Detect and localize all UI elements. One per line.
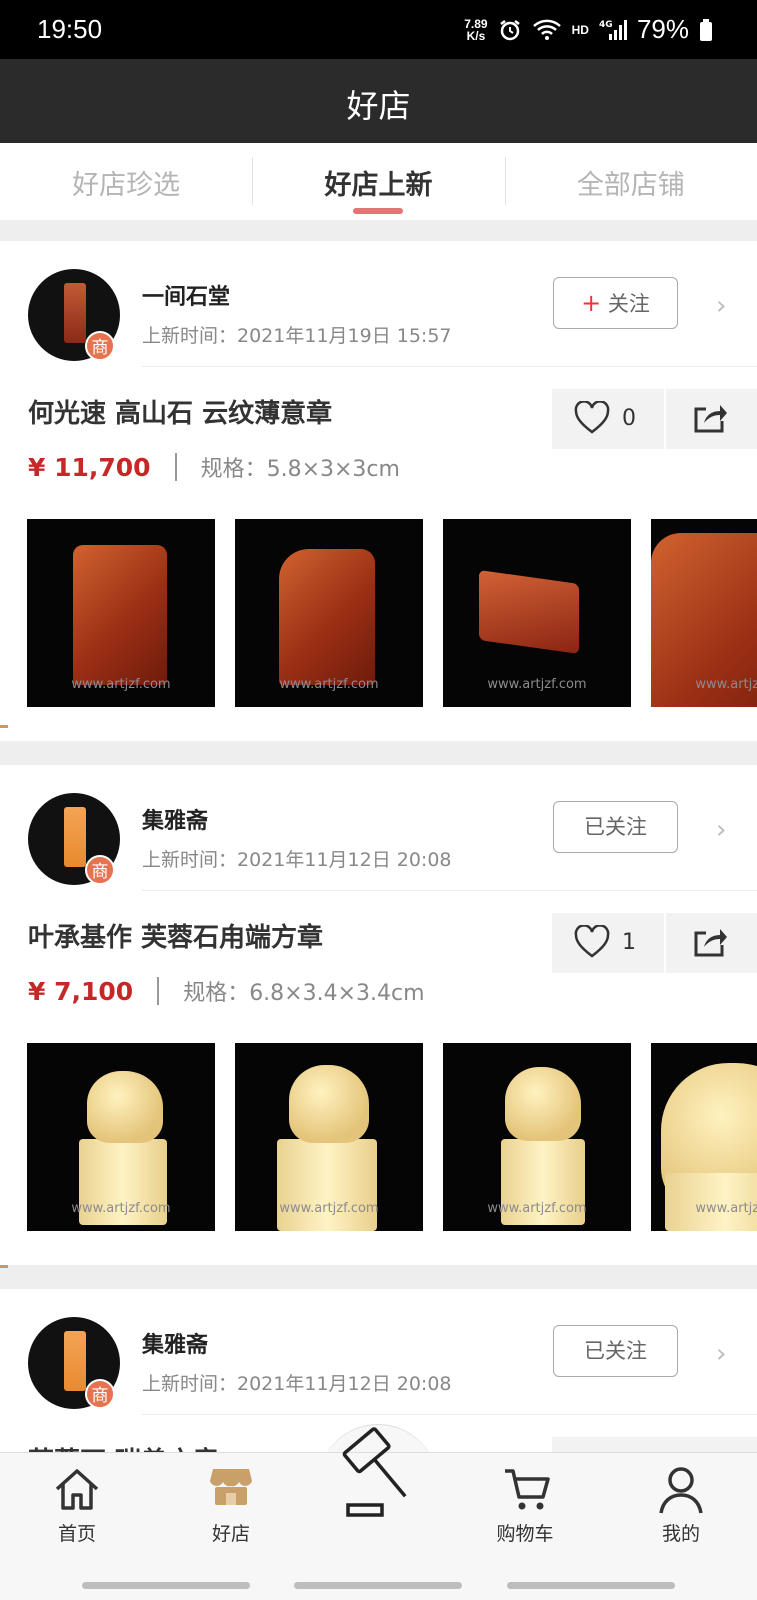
status-time: 19:50 [37, 14, 103, 44]
shop-avatar[interactable]: 商 [28, 269, 120, 361]
gesture-bar [82, 1582, 250, 1589]
heart-icon [574, 925, 610, 958]
shop-name[interactable]: 集雅斋 [142, 1327, 208, 1359]
share-icon[interactable] [692, 925, 728, 963]
price: ¥ 7,100 [28, 976, 134, 1006]
home-icon [55, 1469, 99, 1510]
chevron-right-icon[interactable]: › [716, 1339, 726, 1369]
tab-all-shops[interactable]: 全部店铺 [504, 143, 757, 220]
price: ¥ 11,700 [28, 452, 151, 482]
seal-thumbnail [64, 807, 86, 867]
shop-avatar[interactable]: 商 [28, 1317, 120, 1409]
price-row: ¥ 11,700 规格：5.8×3×3cm [28, 451, 400, 483]
update-time: 上新时间：2021年11月12日 20:08 [142, 849, 452, 871]
update-time: 上新时间：2021年11月19日 15:57 [142, 325, 452, 347]
heart-icon [574, 401, 610, 434]
bottom-nav: 首页 好店 购物车 我的 [0, 1427, 757, 1600]
product-photo[interactable]: www.artjzf.com [651, 1043, 757, 1231]
wifi-icon [532, 18, 562, 42]
title-bar: 好店 [0, 59, 757, 143]
product-photo[interactable]: www.artjzf.com [443, 1043, 631, 1231]
cart-icon [505, 1469, 550, 1510]
shop-avatar[interactable]: 商 [28, 793, 120, 885]
update-time: 上新时间：2021年11月12日 20:08 [142, 1373, 452, 1395]
photo-strip[interactable]: www.artjzf.com www.artjzf.com www.artjzf… [27, 519, 757, 707]
followed-button[interactable]: 已关注 [553, 801, 678, 853]
item-actions: 0 [552, 389, 757, 449]
shop-card: 商 集雅斋 上新时间：2021年11月12日 20:08 已关注 › 叶承基作 … [0, 765, 757, 1268]
battery-percent: 79% [636, 14, 689, 44]
price-divider [157, 977, 160, 1005]
spec: 规格：6.8×3.4×3.4cm [183, 981, 425, 1006]
item-actions: 1 [552, 913, 757, 973]
follow-button[interactable]: + 关注 [553, 277, 678, 329]
item-title[interactable]: 叶承基作 芙蓉石甪端方章 [28, 917, 323, 954]
status-bar: 19:50 7.89 K/s HD 4G 79% [0, 0, 757, 59]
accent-mark [0, 725, 8, 728]
shop-name[interactable]: 一间石堂 [142, 279, 230, 311]
photo-strip[interactable]: www.artjzf.com www.artjzf.com www.artjzf… [27, 1043, 757, 1231]
hd-label: HD [571, 22, 589, 37]
tab-new-arrivals[interactable]: 好店上新 [252, 143, 504, 220]
followed-button[interactable]: 已关注 [553, 1325, 678, 1377]
divider [142, 890, 757, 891]
merchant-badge: 商 [85, 1379, 115, 1409]
seal-thumbnail [64, 1331, 86, 1391]
plus-icon: + [581, 289, 602, 317]
spec: 规格：5.8×3×3cm [200, 457, 400, 482]
watermark: www.artjzf.com [279, 677, 379, 692]
item-title[interactable]: 何光速 高山石 云纹薄意章 [28, 393, 332, 430]
merchant-badge: 商 [85, 331, 115, 361]
gesture-bar [507, 1582, 675, 1589]
svg-text:4G: 4G [599, 20, 613, 30]
like-count: 0 [622, 405, 636, 431]
action-divider [664, 913, 666, 973]
accent-mark [0, 1265, 8, 1268]
tab-featured-shops[interactable]: 好店珍选 [0, 143, 252, 220]
product-photo[interactable]: www.artjzf.com [235, 1043, 423, 1231]
watermark: www.artjzf.com [71, 677, 171, 692]
battery-icon [699, 18, 713, 42]
status-icons: 7.89 K/s HD 4G 79% [464, 14, 713, 45]
merchant-badge: 商 [85, 855, 115, 885]
alarm-icon [498, 18, 522, 42]
watermark: www.artjzf.com [695, 1201, 757, 1216]
shop-name[interactable]: 集雅斋 [142, 803, 208, 835]
active-tab-indicator [353, 208, 404, 214]
tab-bar: 好店珍选 好店上新 全部店铺 [0, 143, 757, 220]
page-title: 好店 [346, 87, 411, 125]
auction-hammer-icon [342, 1427, 407, 1517]
like-button[interactable]: 1 [574, 925, 636, 959]
price-divider [174, 453, 177, 481]
network-speed: 7.89 K/s [464, 16, 488, 43]
watermark: www.artjzf.com [695, 677, 757, 692]
product-photo[interactable]: www.artjzf.com [443, 519, 631, 707]
action-divider [664, 389, 666, 449]
product-photo[interactable]: www.artjzf.com [27, 519, 215, 707]
product-photo[interactable]: www.artjzf.com [235, 519, 423, 707]
seal-thumbnail [64, 283, 86, 343]
shop-card: 商 一间石堂 上新时间：2021年11月19日 15:57 + 关注 › 何光速… [0, 241, 757, 741]
divider [142, 366, 757, 367]
watermark: www.artjzf.com [487, 1201, 587, 1216]
watermark: www.artjzf.com [487, 677, 587, 692]
price-row: ¥ 7,100 规格：6.8×3.4×3.4cm [28, 975, 425, 1007]
like-button[interactable]: 0 [574, 401, 636, 435]
user-icon [659, 1467, 703, 1514]
like-count: 1 [622, 929, 636, 955]
chevron-right-icon[interactable]: › [716, 291, 726, 321]
product-photo[interactable]: www.artjzf.com [27, 1043, 215, 1231]
chevron-right-icon[interactable]: › [716, 815, 726, 845]
app-screen: 19:50 7.89 K/s HD 4G 79% 好店 好店珍选 好店上新 全部… [0, 0, 757, 1600]
shop-icon [210, 1469, 252, 1505]
watermark: www.artjzf.com [279, 1201, 379, 1216]
share-icon[interactable] [692, 401, 728, 439]
product-photo[interactable]: www.artjzf.com [651, 519, 757, 707]
gesture-bar [294, 1582, 462, 1589]
signal-icon: 4G [599, 18, 627, 42]
watermark: www.artjzf.com [71, 1201, 171, 1216]
divider [142, 1414, 757, 1415]
